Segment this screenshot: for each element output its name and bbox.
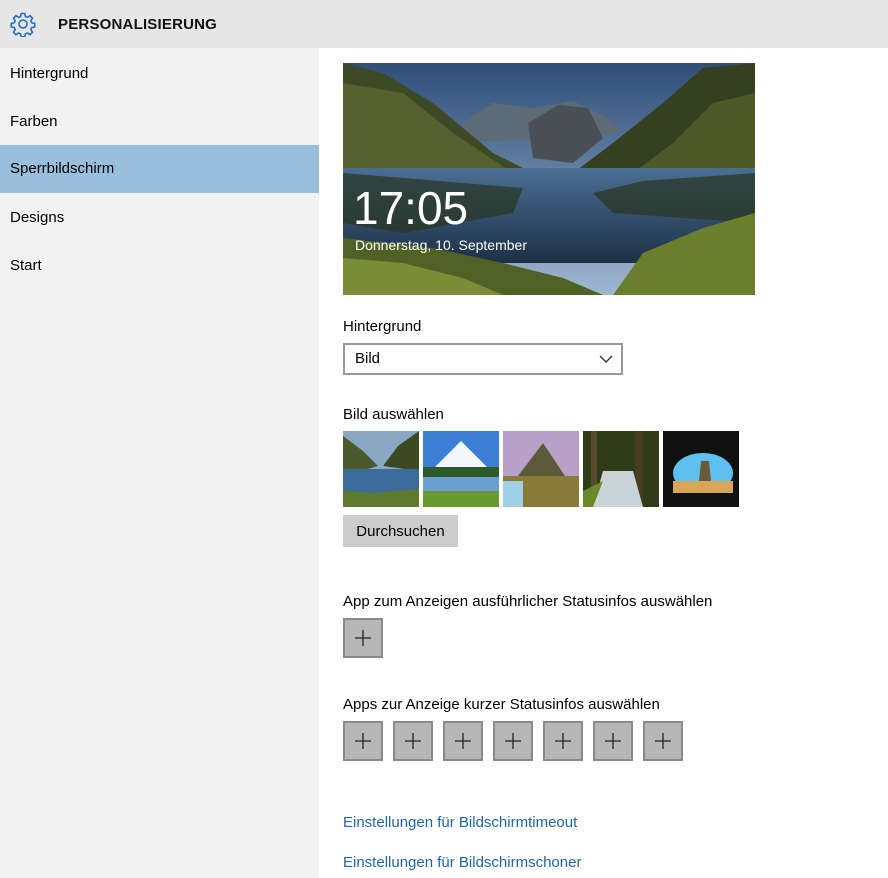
thumbnail-fjord-lake[interactable]	[343, 431, 419, 507]
lock-screen-date: Donnerstag, 10. September	[355, 237, 527, 253]
browse-button[interactable]: Durchsuchen	[343, 515, 458, 547]
chevron-down-icon	[599, 355, 613, 363]
plus-icon	[405, 733, 421, 749]
thumbnail-forest-stream[interactable]	[583, 431, 659, 507]
background-label: Hintergrund	[343, 318, 422, 335]
thumbnail-pointed-mountain-waterfall[interactable]	[503, 431, 579, 507]
sidebar-item-farben[interactable]: Farben	[0, 98, 319, 146]
add-detailed-status-app-button[interactable]	[343, 618, 383, 658]
sidebar-item-designs[interactable]: Designs	[0, 194, 319, 242]
add-quick-status-app-button-4[interactable]	[493, 721, 533, 761]
gear-icon	[10, 12, 36, 37]
add-quick-status-app-button-2[interactable]	[393, 721, 433, 761]
add-quick-status-app-button-3[interactable]	[443, 721, 483, 761]
plus-icon	[655, 733, 671, 749]
add-quick-status-app-button-7[interactable]	[643, 721, 683, 761]
plus-icon	[605, 733, 621, 749]
screensaver-settings-link[interactable]: Einstellungen für Bildschirmschoner	[343, 854, 581, 871]
sidebar: Hintergrund Farben Sperrbildschirm Desig…	[0, 48, 319, 878]
quick-status-label: Apps zur Anzeige kurzer Statusinfos ausw…	[343, 696, 660, 713]
sidebar-item-hintergrund[interactable]: Hintergrund	[0, 50, 319, 98]
plus-icon	[555, 733, 571, 749]
background-select[interactable]: Bild	[343, 343, 623, 375]
thumbnail-snow-mountain-meadow[interactable]	[423, 431, 499, 507]
plus-icon	[355, 733, 371, 749]
picture-label: Bild auswählen	[343, 406, 444, 423]
thumbnail-beach-cave[interactable]	[663, 431, 739, 507]
plus-icon	[455, 733, 471, 749]
add-quick-status-app-button-5[interactable]	[543, 721, 583, 761]
preview-image	[343, 63, 755, 295]
title-bar: PERSONALISIERUNG	[0, 0, 888, 48]
add-quick-status-app-button-6[interactable]	[593, 721, 633, 761]
screen-timeout-settings-link[interactable]: Einstellungen für Bildschirmtimeout	[343, 814, 577, 831]
detailed-status-label: App zum Anzeigen ausführlicher Statusinf…	[343, 593, 713, 610]
plus-icon	[355, 630, 371, 646]
background-select-value: Bild	[355, 350, 381, 367]
lock-screen-time: 17:05	[353, 182, 469, 234]
sidebar-item-start[interactable]: Start	[0, 242, 319, 290]
sidebar-item-sperrbildschirm[interactable]: Sperrbildschirm	[0, 145, 319, 193]
page-title: PERSONALISIERUNG	[58, 16, 218, 33]
add-quick-status-app-button-1[interactable]	[343, 721, 383, 761]
main-content: 17:05 Donnerstag, 10. September Hintergr…	[319, 48, 888, 878]
lock-screen-preview: 17:05 Donnerstag, 10. September	[343, 63, 755, 295]
plus-icon	[505, 733, 521, 749]
